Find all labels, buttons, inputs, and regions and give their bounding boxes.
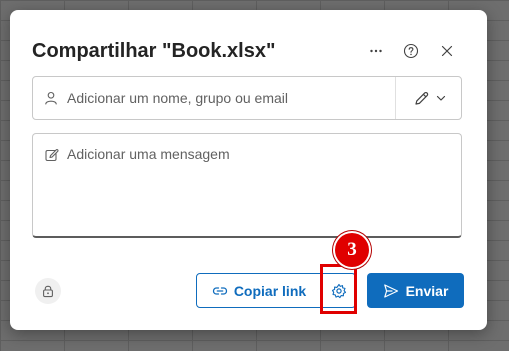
more-icon: [370, 49, 382, 53]
close-button[interactable]: [436, 40, 458, 62]
help-button[interactable]: [400, 40, 422, 62]
link-icon: [212, 286, 227, 295]
link-settings-button[interactable]: [323, 274, 355, 307]
recipients-input[interactable]: [67, 87, 387, 109]
copy-link-split-button: Copiar link: [196, 273, 356, 308]
help-icon: [403, 43, 419, 59]
copy-link-label: Copiar link: [233, 282, 307, 299]
message-field: [32, 133, 462, 238]
link-settings-lock[interactable]: [35, 278, 61, 304]
person-icon: [45, 91, 57, 105]
copy-link-button[interactable]: Copiar link: [197, 274, 321, 307]
edit-pencil-icon: [414, 91, 428, 105]
gear-icon: [331, 283, 347, 298]
compose-note-icon: [45, 149, 59, 162]
more-options-button[interactable]: [365, 40, 387, 62]
close-icon: [441, 45, 453, 57]
send-icon: [383, 283, 398, 298]
lock-icon: [43, 285, 53, 298]
send-label: Enviar: [405, 282, 449, 299]
send-button[interactable]: Enviar: [367, 273, 464, 308]
share-dialog: Compartilhar "Book.xlsx" Adicionar um no…: [10, 10, 487, 330]
recipients-field: [32, 76, 462, 120]
permission-divider: [395, 77, 396, 119]
step-number-badge: 3: [335, 233, 369, 267]
chevron-down-icon: [436, 95, 445, 101]
copy-link-divider: [321, 280, 322, 301]
permission-dropdown-button[interactable]: [397, 77, 461, 119]
dialog-title: Compartilhar "Book.xlsx": [32, 40, 276, 62]
message-input[interactable]: [67, 146, 452, 226]
